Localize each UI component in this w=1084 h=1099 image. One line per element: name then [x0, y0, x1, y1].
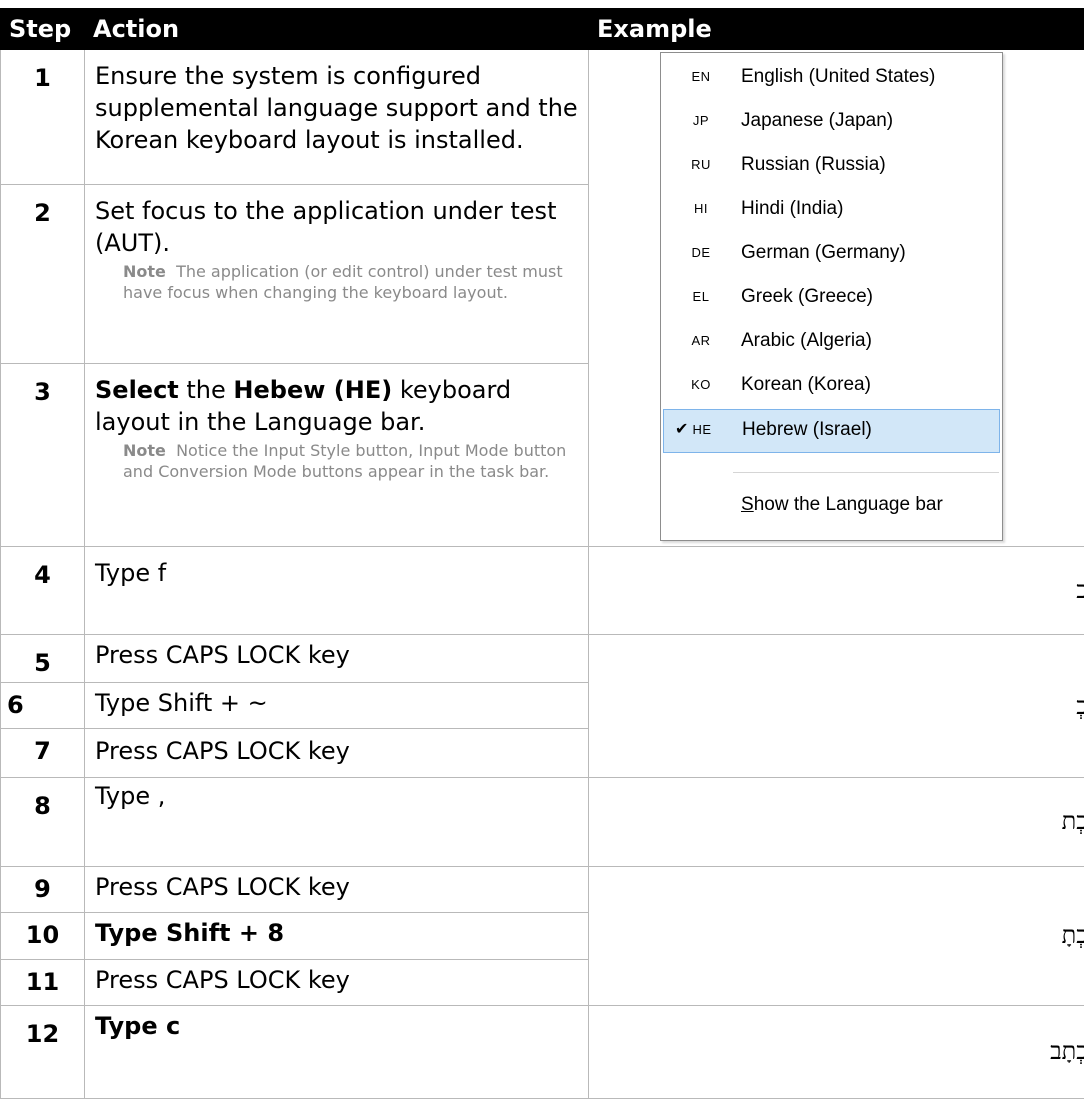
- step-action: Ensure the system is configured suppleme…: [84, 49, 589, 185]
- step-action: Press CAPS LOCK key: [84, 728, 589, 779]
- step-number: 10: [0, 912, 85, 960]
- step-number: 8: [0, 777, 85, 867]
- language-item-he[interactable]: ✔ HE Hebrew (Israel): [663, 409, 1000, 453]
- step-action: Type Shift + ~: [84, 681, 589, 730]
- language-name: Hebrew (Israel): [742, 419, 872, 440]
- accelerator-key: S: [741, 494, 754, 515]
- hebrew-text: כְתָ: [1061, 921, 1084, 950]
- table-row: 4 Type f כ: [0, 545, 1084, 636]
- language-code: RU: [691, 157, 711, 172]
- note: Note Notice the Input Style button, Inpu…: [95, 440, 580, 482]
- action-bold-layout: Hebew (HE): [233, 376, 393, 405]
- language-item-hi[interactable]: HI Hindi (India): [661, 188, 1002, 232]
- language-name: Greek (Greece): [741, 286, 873, 307]
- example-hebrew: כְתָב: [588, 1004, 1084, 1099]
- menu-separator: [733, 472, 999, 473]
- step-action: Type ,: [84, 777, 589, 867]
- step-number: 5: [0, 634, 85, 683]
- language-name: German (Germany): [741, 242, 906, 263]
- table-row: 9 Press CAPS LOCK key כְתָ: [0, 865, 1084, 1006]
- language-item-ru[interactable]: RU Russian (Russia): [661, 144, 1002, 188]
- hebrew-text: כְ: [1076, 691, 1084, 720]
- note-text: The application (or edit control) under …: [123, 261, 563, 302]
- note: Note The application (or edit control) u…: [95, 261, 580, 303]
- language-item-de[interactable]: DE German (Germany): [661, 232, 1002, 276]
- language-code: EN: [691, 69, 711, 84]
- language-name: Russian (Russia): [741, 154, 886, 175]
- show-language-bar-item[interactable]: Show the Language bar: [661, 484, 1002, 528]
- example-hebrew: כְ: [588, 634, 1084, 779]
- example-hebrew: כְתָ: [588, 865, 1084, 1006]
- example-hebrew: כ: [588, 545, 1084, 636]
- step-number: 11: [0, 958, 85, 1006]
- action-bold-select: Select: [95, 376, 179, 405]
- step-action: Type Shift + 8: [84, 912, 589, 960]
- note-label: Note: [123, 441, 166, 461]
- step-action: Press CAPS LOCK key: [84, 865, 589, 914]
- language-name: Japanese (Japan): [741, 110, 894, 131]
- action-text: Select the Hebew (HE) keyboard layout in…: [95, 374, 580, 438]
- action-text: Set focus to the application under test …: [95, 196, 557, 257]
- hebrew-text: כְתָב: [1050, 1037, 1084, 1066]
- note-label: Note: [123, 261, 166, 281]
- example-hebrew: כְת: [588, 777, 1084, 867]
- table-row: 12 Type c כְתָב: [0, 1004, 1084, 1099]
- header-action: Action: [84, 8, 589, 50]
- language-item-jp[interactable]: JP Japanese (Japan): [661, 100, 1002, 144]
- step-number: 3: [0, 363, 85, 547]
- language-item-ko[interactable]: KO Korean (Korea): [661, 364, 1002, 408]
- action-text-part: the: [178, 376, 234, 405]
- language-menu: EN English (United States) JP Japanese (…: [660, 52, 1003, 541]
- step-action: Type f: [84, 545, 589, 636]
- step-number: 7: [0, 728, 85, 779]
- step-number: 4: [0, 545, 85, 636]
- step-number: 9: [0, 865, 85, 914]
- language-item-el[interactable]: EL Greek (Greece): [661, 276, 1002, 320]
- header-step: Step: [0, 8, 85, 50]
- language-item-en[interactable]: EN English (United States): [661, 56, 1002, 100]
- language-code: KO: [691, 377, 711, 392]
- step-action: Press CAPS LOCK key: [84, 958, 589, 1006]
- table-row: 5 Press CAPS LOCK key כְ: [0, 634, 1084, 779]
- language-code: JP: [692, 113, 710, 128]
- table-row: 8 Type , כְת: [0, 777, 1084, 867]
- language-name: Korean (Korea): [741, 374, 871, 395]
- language-name: English (United States): [741, 66, 936, 87]
- step-number: 1: [0, 49, 85, 185]
- language-code: DE: [691, 245, 711, 260]
- language-code: AR: [691, 333, 711, 348]
- language-item-ar[interactable]: AR Arabic (Algeria): [661, 320, 1002, 364]
- header-example: Example: [588, 8, 1084, 50]
- step-action: Set focus to the application under test …: [84, 183, 589, 365]
- hebrew-text: כְת: [1061, 807, 1084, 836]
- note-text: Notice the Input Style button, Input Mod…: [123, 441, 567, 482]
- table-header-row: Step Action Example: [0, 8, 1084, 50]
- show-language-bar-text: how the Language bar: [753, 494, 943, 515]
- step-number: 12: [0, 1004, 85, 1099]
- step-action: Press CAPS LOCK key: [84, 634, 589, 683]
- language-name: Arabic (Algeria): [741, 330, 872, 351]
- language-code: EL: [692, 289, 710, 304]
- step-number: 6: [0, 681, 85, 730]
- language-code: HI: [694, 201, 708, 216]
- language-code: HE: [692, 422, 712, 437]
- step-action: Type c: [84, 1004, 589, 1099]
- show-language-bar-label: Show the Language bar: [741, 494, 943, 516]
- language-name: Hindi (India): [741, 198, 844, 219]
- step-number: 2: [0, 183, 85, 365]
- hebrew-text: כ: [1076, 576, 1084, 605]
- step-action: Select the Hebew (HE) keyboard layout in…: [84, 363, 589, 547]
